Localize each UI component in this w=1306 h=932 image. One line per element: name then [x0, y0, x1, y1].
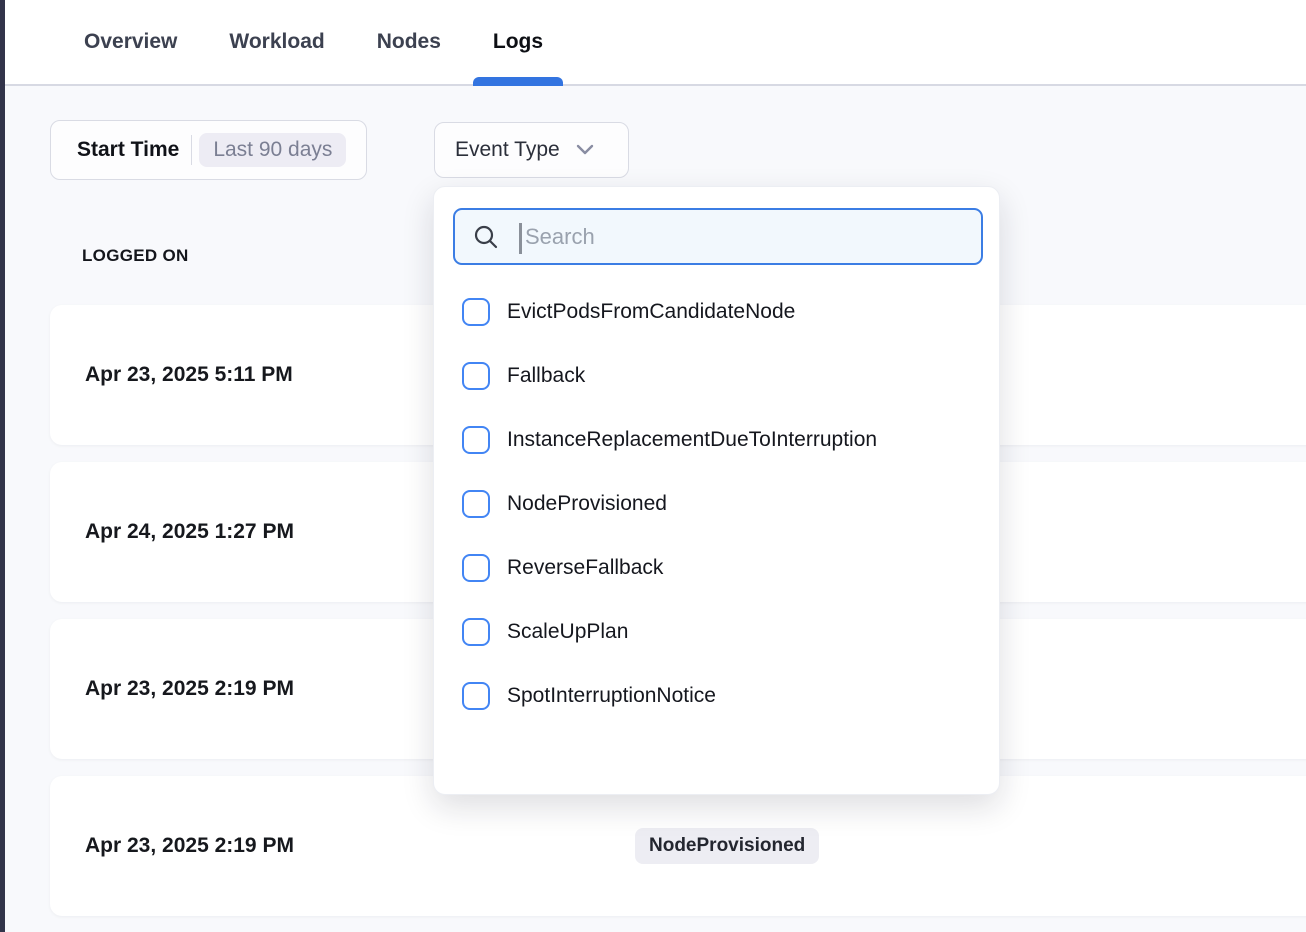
logged-on-timestamp: Apr 23, 2025 2:19 PM [85, 677, 294, 701]
event-type-option[interactable]: SpotInterruptionNotice [434, 664, 999, 728]
tab-label: Workload [229, 30, 324, 54]
event-type-filter-button[interactable]: Event Type [434, 122, 629, 178]
active-tab-indicator [473, 77, 563, 86]
event-type-option-label: EvictPodsFromCandidateNode [507, 300, 795, 324]
checkbox-unchecked[interactable] [462, 298, 490, 326]
event-type-options: EvictPodsFromCandidateNode Fallback Instan… [434, 280, 999, 728]
event-type-option[interactable]: Fallback [434, 344, 999, 408]
tab-overview[interactable]: Overview [82, 0, 179, 84]
event-type-option-label: SpotInterruptionNotice [507, 684, 716, 708]
event-type-option[interactable]: ScaleUpPlan [434, 600, 999, 664]
tab-workload[interactable]: Workload [227, 0, 326, 84]
table-row[interactable]: Apr 23, 2025 2:19 PM NodeProvisioned [50, 776, 1306, 916]
checkbox-unchecked[interactable] [462, 618, 490, 646]
event-type-option[interactable]: EvictPodsFromCandidateNode [434, 280, 999, 344]
dropdown-search-box [453, 208, 983, 265]
event-type-option[interactable]: InstanceReplacementDueToInterruption [434, 408, 999, 472]
tab-bar: Overview Workload Nodes Logs [5, 0, 1306, 86]
column-header-logged-on: LOGGED ON [82, 246, 189, 266]
dropdown-search-input[interactable] [455, 210, 981, 263]
chevron-down-icon [575, 143, 595, 157]
event-type-option-label: NodeProvisioned [507, 492, 667, 516]
tab-logs[interactable]: Logs [491, 0, 545, 84]
filter-divider [191, 135, 192, 165]
tab-label: Overview [84, 30, 177, 54]
checkbox-unchecked[interactable] [462, 554, 490, 582]
checkbox-unchecked[interactable] [462, 682, 490, 710]
start-time-filter-button[interactable]: Start Time Last 90 days [50, 120, 367, 180]
event-type-filter-label: Event Type [455, 138, 560, 162]
event-type-dropdown-panel: EvictPodsFromCandidateNode Fallback Instan… [433, 186, 1000, 795]
logged-on-timestamp: Apr 23, 2025 5:11 PM [85, 363, 293, 387]
checkbox-unchecked[interactable] [462, 362, 490, 390]
event-type-option-label: ReverseFallback [507, 556, 663, 580]
sidebar-edge [0, 0, 5, 932]
event-type-badge: NodeProvisioned [635, 828, 819, 864]
logged-on-timestamp: Apr 24, 2025 1:27 PM [85, 520, 294, 544]
logged-on-timestamp: Apr 23, 2025 2:19 PM [85, 834, 294, 858]
event-type-option[interactable]: NodeProvisioned [434, 472, 999, 536]
event-type-option-label: Fallback [507, 364, 585, 388]
event-type-option-label: InstanceReplacementDueToInterruption [507, 428, 877, 452]
start-time-filter-value: Last 90 days [199, 133, 346, 167]
checkbox-unchecked[interactable] [462, 426, 490, 454]
start-time-filter-label: Start Time [77, 138, 179, 162]
checkbox-unchecked[interactable] [462, 490, 490, 518]
tab-label: Logs [493, 30, 543, 54]
event-type-option-label: ScaleUpPlan [507, 620, 628, 644]
tab-nodes[interactable]: Nodes [375, 0, 443, 84]
event-type-option[interactable]: ReverseFallback [434, 536, 999, 600]
tab-label: Nodes [377, 30, 441, 54]
